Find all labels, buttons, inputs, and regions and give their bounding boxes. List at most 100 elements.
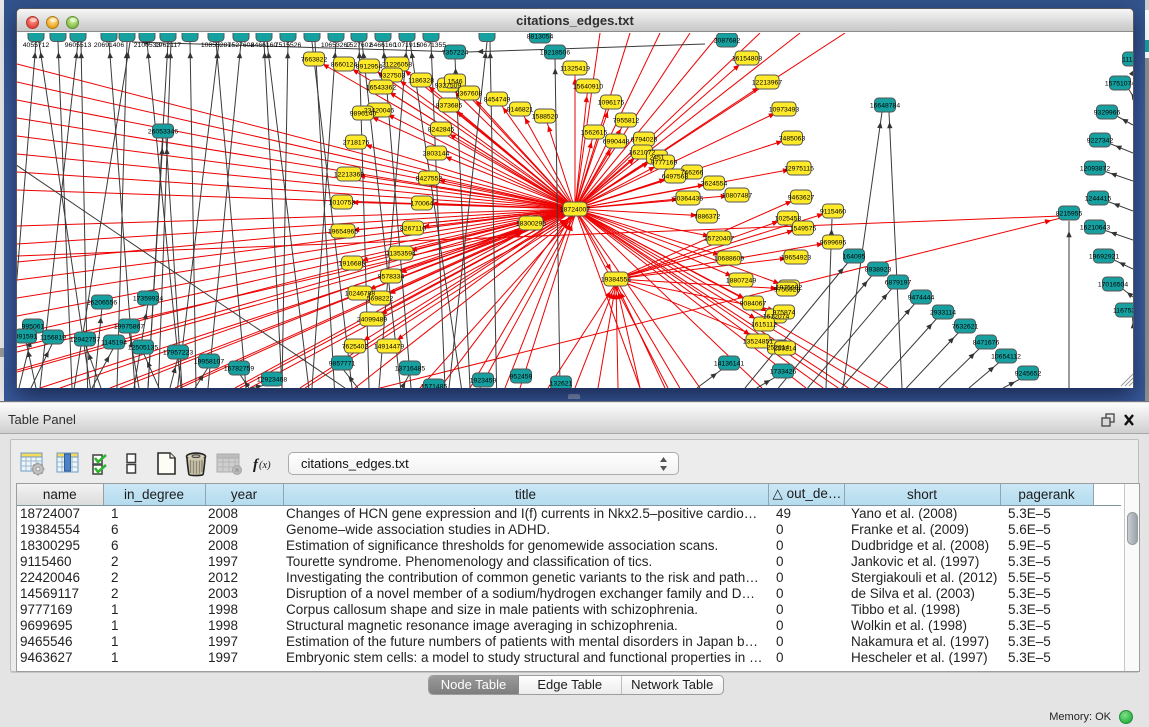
svg-text:12093872: 12093872 bbox=[1080, 165, 1110, 172]
svg-text:8215955: 8215955 bbox=[1056, 210, 1083, 217]
svg-text:6466160: 6466160 bbox=[370, 42, 397, 49]
svg-text:1923459: 1923459 bbox=[470, 377, 497, 384]
svg-text:20691406: 20691406 bbox=[94, 42, 124, 49]
svg-text:1145194: 1145194 bbox=[101, 339, 127, 346]
svg-text:16648784: 16648784 bbox=[870, 102, 900, 109]
svg-text:995061: 995061 bbox=[22, 323, 45, 330]
svg-text:18807249: 18807249 bbox=[726, 277, 756, 284]
svg-text:9329966: 9329966 bbox=[1094, 109, 1121, 116]
svg-text:16210643: 16210643 bbox=[1080, 224, 1110, 231]
svg-text:12213369: 12213369 bbox=[334, 171, 364, 178]
svg-text:8912954: 8912954 bbox=[356, 63, 383, 70]
svg-text:4055712: 4055712 bbox=[23, 42, 50, 49]
svg-text:1615112: 1615112 bbox=[751, 321, 777, 328]
svg-text:19975867: 19975867 bbox=[114, 323, 144, 330]
svg-text:24099489: 24099489 bbox=[357, 316, 387, 323]
svg-text:170064: 170064 bbox=[411, 200, 434, 207]
svg-text:7357224: 7357224 bbox=[442, 49, 469, 56]
svg-text:18300295: 18300295 bbox=[516, 220, 546, 227]
svg-text:391591: 391591 bbox=[17, 333, 38, 340]
svg-text:26053346: 26053346 bbox=[148, 128, 178, 135]
svg-text:9857771: 9857771 bbox=[329, 360, 356, 367]
svg-text:1588520: 1588520 bbox=[532, 113, 559, 120]
svg-text:9474444: 9474444 bbox=[908, 294, 935, 301]
svg-text:19958107: 19958107 bbox=[194, 358, 224, 365]
svg-text:9777169: 9777169 bbox=[651, 159, 678, 166]
svg-text:9605513: 9605513 bbox=[65, 42, 92, 49]
svg-text:16154808: 16154808 bbox=[732, 55, 762, 62]
svg-text:9896140: 9896140 bbox=[350, 110, 377, 117]
svg-text:132621: 132621 bbox=[550, 380, 573, 387]
svg-text:8471676: 8471676 bbox=[973, 339, 1000, 346]
svg-text:19654923: 19654923 bbox=[781, 254, 811, 261]
svg-text:16543362: 16543362 bbox=[366, 84, 396, 91]
svg-text:3624554: 3624554 bbox=[701, 180, 728, 187]
svg-text:8454749: 8454749 bbox=[484, 96, 511, 103]
svg-text:9699695: 9699695 bbox=[820, 239, 847, 246]
svg-text:12942757: 12942757 bbox=[70, 336, 100, 343]
svg-text:18724007: 18724007 bbox=[560, 206, 590, 213]
svg-text:7955812: 7955812 bbox=[613, 117, 640, 124]
svg-text:1244415: 1244415 bbox=[1085, 195, 1112, 202]
svg-text:1733426: 1733426 bbox=[770, 368, 797, 375]
svg-text:975874: 975874 bbox=[773, 309, 796, 316]
svg-text:1562615: 1562615 bbox=[581, 129, 608, 136]
svg-text:10671355: 10671355 bbox=[416, 42, 446, 49]
svg-text:21226058: 21226058 bbox=[382, 61, 412, 68]
svg-text:9245652: 9245652 bbox=[1015, 370, 1042, 377]
svg-text:1549575: 1549575 bbox=[790, 225, 817, 232]
svg-text:2718176: 2718176 bbox=[343, 139, 370, 146]
svg-text:1156819: 1156819 bbox=[40, 334, 66, 341]
svg-text:164095: 164095 bbox=[843, 253, 866, 260]
svg-text:9227342: 9227342 bbox=[1087, 137, 1114, 144]
svg-text:7625402: 7625402 bbox=[342, 343, 369, 350]
svg-text:12975115: 12975115 bbox=[784, 165, 814, 172]
svg-text:7515526: 7515526 bbox=[275, 42, 302, 49]
svg-text:2087682: 2087682 bbox=[714, 37, 741, 44]
svg-text:(x): (x) bbox=[259, 460, 271, 471]
svg-text:6794028: 6794028 bbox=[631, 136, 658, 143]
svg-text:8578334: 8578334 bbox=[378, 273, 405, 280]
svg-text:9327503: 9327503 bbox=[379, 72, 406, 79]
svg-text:10688609: 10688609 bbox=[714, 255, 744, 262]
svg-text:17359924: 17359924 bbox=[133, 295, 163, 302]
svg-text:1186328: 1186328 bbox=[408, 77, 434, 84]
svg-text:7485063: 7485063 bbox=[779, 135, 806, 142]
svg-text:9463627: 9463627 bbox=[788, 194, 815, 201]
svg-text:1167534: 1167534 bbox=[1113, 307, 1133, 314]
svg-text:8427552: 8427552 bbox=[416, 175, 443, 182]
svg-text:26206556: 26206556 bbox=[87, 299, 117, 306]
svg-text:1010753: 1010753 bbox=[329, 199, 356, 206]
svg-text:17016504: 17016504 bbox=[1098, 281, 1128, 288]
svg-text:259214: 259214 bbox=[774, 345, 797, 352]
svg-text:2367608: 2367608 bbox=[456, 90, 483, 97]
svg-text:6879197: 6879197 bbox=[885, 279, 912, 286]
svg-text:19218506: 19218506 bbox=[540, 49, 570, 56]
svg-text:19692921: 19692921 bbox=[1089, 253, 1119, 260]
svg-text:15720407: 15720407 bbox=[704, 235, 734, 242]
svg-text:1571485: 1571485 bbox=[421, 383, 448, 388]
svg-text:8242845: 8242845 bbox=[428, 126, 455, 133]
svg-text:1025458: 1025458 bbox=[775, 215, 802, 222]
svg-text:14914479: 14914479 bbox=[374, 343, 404, 350]
svg-text:10855287: 10855287 bbox=[201, 42, 231, 49]
svg-text:7886372: 7886372 bbox=[694, 213, 721, 220]
svg-text:111274: 111274 bbox=[1122, 56, 1133, 63]
svg-text:15640910: 15640910 bbox=[573, 83, 603, 90]
svg-text:7632621: 7632621 bbox=[952, 323, 979, 330]
svg-text:9756928: 9756928 bbox=[774, 286, 801, 293]
svg-text:9146821: 9146821 bbox=[507, 106, 534, 113]
svg-text:19654965: 19654965 bbox=[328, 228, 358, 235]
svg-text:8813054: 8813054 bbox=[527, 33, 554, 40]
svg-text:5698222: 5698222 bbox=[367, 295, 394, 302]
svg-text:6466160: 6466160 bbox=[251, 42, 278, 49]
svg-text:10807487: 10807487 bbox=[722, 192, 752, 199]
svg-text:16782759: 16782759 bbox=[224, 365, 254, 372]
svg-text:12505135: 12505135 bbox=[128, 344, 158, 351]
svg-text:13716485: 13716485 bbox=[395, 365, 425, 372]
svg-text:12213967: 12213967 bbox=[752, 79, 782, 86]
svg-text:2933114: 2933114 bbox=[930, 309, 956, 316]
svg-text:8938923: 8938923 bbox=[865, 266, 892, 273]
svg-text:1527602: 1527602 bbox=[346, 42, 373, 49]
svg-text:8267110: 8267110 bbox=[400, 225, 426, 232]
